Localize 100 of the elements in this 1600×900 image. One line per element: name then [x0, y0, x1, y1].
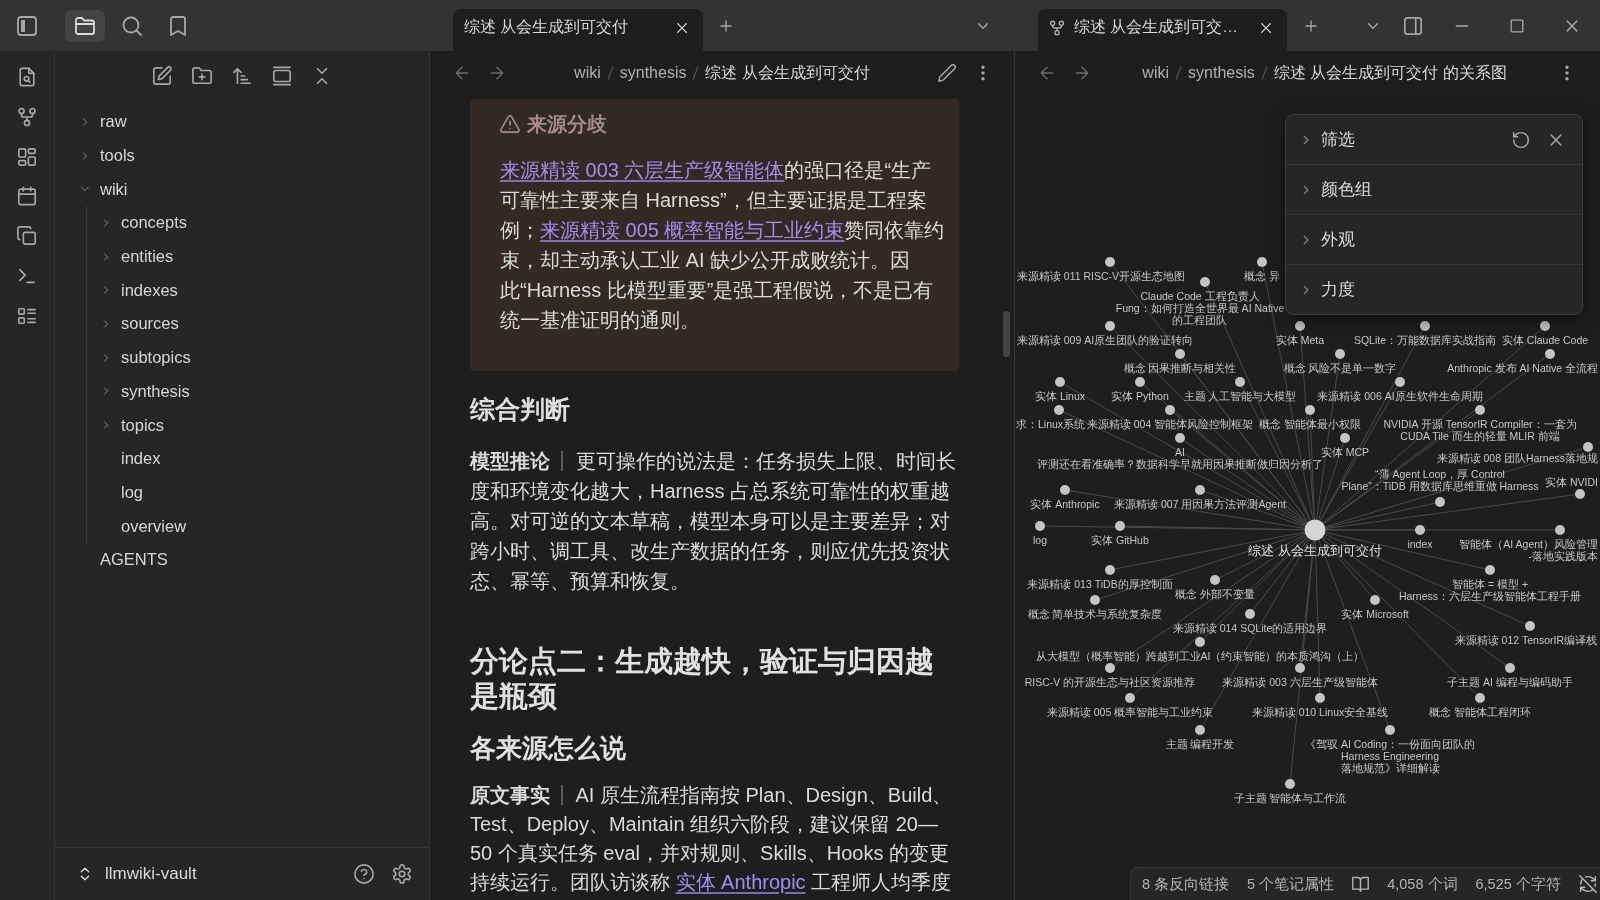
file-item[interactable]: index: [87, 441, 161, 476]
graph-node[interactable]: [1545, 349, 1555, 359]
terminal-icon[interactable]: [17, 266, 37, 286]
graph-node[interactable]: [1415, 525, 1425, 535]
graph-node[interactable]: [1090, 595, 1100, 605]
sidebar-toggle-icon[interactable]: [1403, 15, 1423, 36]
breadcrumb-link[interactable]: synthesis: [619, 64, 687, 82]
graph-node[interactable]: [1315, 693, 1325, 703]
folder-item[interactable]: subtopics: [87, 340, 191, 375]
folder-item[interactable]: indexes: [87, 273, 178, 308]
graph-node[interactable]: [1105, 321, 1115, 331]
note-link[interactable]: 来源精读 005 概率智能与工业约束: [540, 219, 845, 241]
graph-node[interactable]: [1475, 693, 1485, 703]
graph-node[interactable]: [1295, 321, 1305, 331]
folder-item[interactable]: raw: [55, 105, 127, 139]
graph-node[interactable]: [1195, 637, 1205, 647]
graph-node[interactable]: [1195, 485, 1205, 495]
graph-node[interactable]: [1195, 725, 1205, 735]
graph-node[interactable]: [1105, 663, 1115, 673]
folder-item[interactable]: topics: [87, 408, 165, 442]
graph-node[interactable]: [1235, 377, 1245, 387]
file-item[interactable]: overview: [87, 509, 187, 543]
panel-icon[interactable]: [272, 65, 292, 86]
graph-node[interactable]: [1525, 621, 1535, 631]
forward-arrow-icon[interactable]: [1073, 64, 1091, 82]
graph-node[interactable]: [1435, 497, 1445, 507]
folder-item[interactable]: wiki: [55, 172, 128, 207]
settings-section[interactable]: 力度: [1299, 278, 1355, 301]
note-tab[interactable]: 综述 从会生成到可交付: [453, 9, 703, 51]
help-icon[interactable]: [354, 864, 374, 884]
graph-node[interactable]: [1125, 693, 1135, 703]
new-tab-icon[interactable]: [1303, 17, 1319, 34]
new-tab-icon[interactable]: [718, 17, 734, 34]
graph-node[interactable]: [1175, 433, 1185, 443]
graph-node[interactable]: [1285, 779, 1295, 789]
settings-icon[interactable]: [392, 864, 412, 884]
graph-node[interactable]: [1105, 565, 1115, 575]
graph-node[interactable]: [1395, 377, 1405, 387]
note-title[interactable]: 综述 从会生成到可交付: [705, 62, 870, 84]
back-arrow-icon[interactable]: [1038, 64, 1056, 82]
new-note-icon[interactable]: [152, 65, 172, 86]
settings-section[interactable]: 外观: [1299, 228, 1355, 251]
scrollbar-thumb[interactable]: [1003, 311, 1010, 357]
graph-node[interactable]: [1210, 575, 1220, 585]
copy-icon[interactable]: [17, 226, 37, 247]
graph-node[interactable]: [1370, 595, 1380, 605]
note-link[interactable]: 实体 Anthropic: [675, 871, 806, 893]
file-item[interactable]: AGENTS: [55, 542, 168, 577]
graph-node[interactable]: [1304, 519, 1326, 541]
breadcrumb-link[interactable]: wiki: [1142, 64, 1170, 82]
back-arrow-icon[interactable]: [453, 64, 471, 82]
list-icon[interactable]: [17, 305, 37, 326]
graph-node[interactable]: [1245, 609, 1255, 619]
note-title[interactable]: 综述 从会生成到可交付 的关系图: [1273, 62, 1507, 84]
graph-node[interactable]: [1035, 521, 1045, 531]
settings-section[interactable]: 颜色组: [1299, 178, 1372, 201]
breadcrumb-link[interactable]: synthesis: [1188, 64, 1255, 82]
graph-node[interactable]: [1555, 525, 1565, 535]
calendar-icon[interactable]: [17, 186, 37, 207]
folder-item[interactable]: synthesis: [87, 374, 190, 409]
settings-section[interactable]: 筛选: [1299, 128, 1355, 151]
graph-node[interactable]: [1115, 521, 1125, 531]
maximize-icon[interactable]: [1509, 17, 1525, 34]
note-tab[interactable]: 综述 从会生成到可交…: [1038, 9, 1287, 51]
breadcrumb-link[interactable]: wiki: [574, 64, 601, 82]
book-icon[interactable]: [1352, 875, 1370, 893]
file-item[interactable]: log: [87, 475, 144, 510]
dashboard-icon[interactable]: [17, 146, 37, 167]
sort-icon[interactable]: [232, 65, 252, 86]
graph-node[interactable]: [1385, 725, 1395, 735]
graph-node[interactable]: [1200, 277, 1210, 287]
graph-node[interactable]: [1060, 485, 1070, 495]
graph-node[interactable]: [1054, 405, 1064, 415]
reset-icon[interactable]: [1512, 130, 1530, 149]
graph-node[interactable]: [1540, 321, 1550, 331]
graph-node[interactable]: [1335, 349, 1345, 359]
folder-item[interactable]: tools: [55, 138, 135, 173]
graph-node[interactable]: [1575, 489, 1585, 499]
files-tab[interactable]: [65, 9, 105, 42]
graph-node[interactable]: [1175, 349, 1185, 359]
edit-icon[interactable]: [938, 64, 956, 82]
graph-node[interactable]: [1135, 377, 1145, 387]
forward-arrow-icon[interactable]: [488, 64, 506, 82]
sidebar-toggle-icon[interactable]: [16, 14, 38, 37]
graph-node[interactable]: [1505, 663, 1515, 673]
file-search-icon[interactable]: [17, 67, 37, 87]
new-folder-icon[interactable]: [192, 65, 212, 86]
graph-node[interactable]: [1295, 663, 1305, 673]
node-graph-icon[interactable]: [17, 106, 37, 127]
note-link[interactable]: 来源精读 003 六层生产级智能体: [500, 159, 785, 181]
graph-node[interactable]: [1055, 377, 1065, 387]
graph-node[interactable]: [1583, 442, 1593, 452]
graph-node[interactable]: [1305, 405, 1315, 415]
graph-node[interactable]: [1340, 433, 1350, 443]
properties-count[interactable]: 5 个笔记属性: [1247, 874, 1335, 894]
vault-switcher[interactable]: llmwiki-vault: [77, 864, 197, 884]
graph-node[interactable]: [1165, 405, 1175, 415]
graph-node[interactable]: [1105, 257, 1115, 267]
graph-node[interactable]: [1257, 257, 1267, 267]
folder-item[interactable]: sources: [87, 307, 179, 341]
